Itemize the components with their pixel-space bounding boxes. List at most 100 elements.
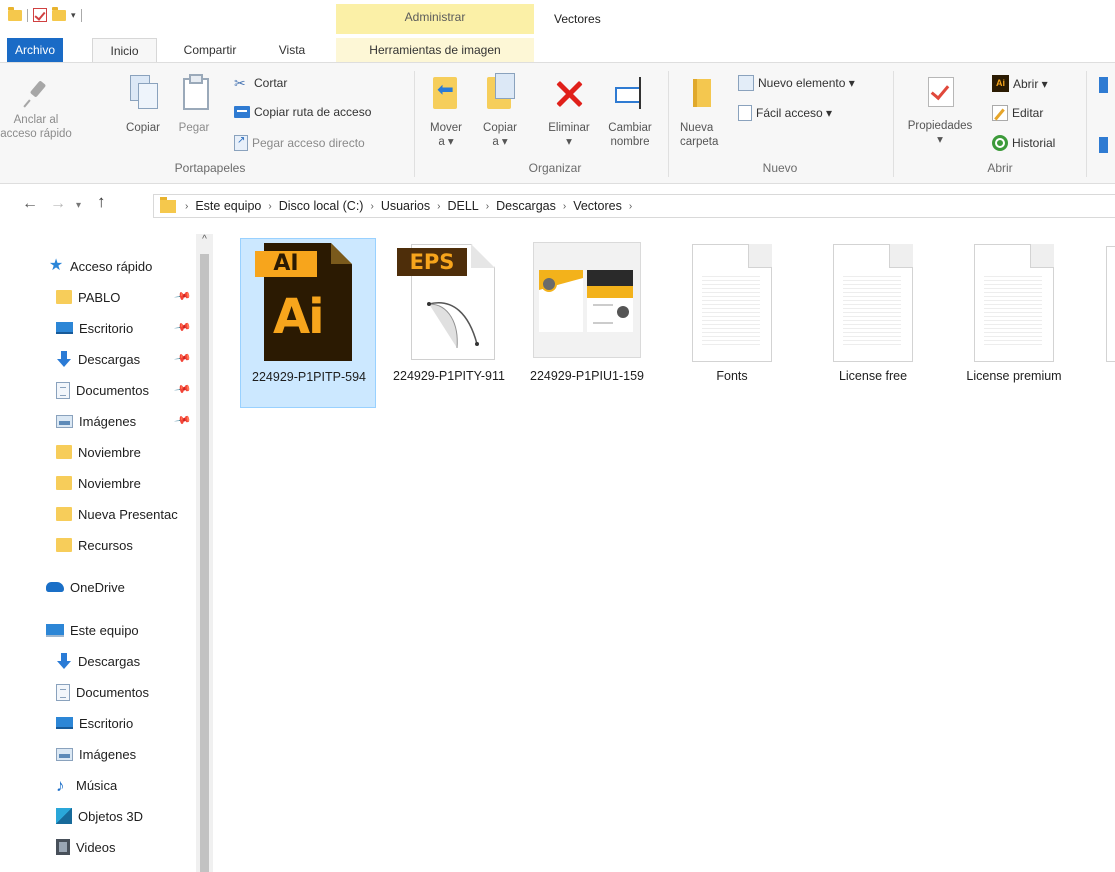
sidebar-item-onedrive[interactable]: OneDrive xyxy=(46,575,125,599)
history-button[interactable]: Historial xyxy=(992,135,1055,151)
new-folder-icon[interactable] xyxy=(52,6,66,21)
divider xyxy=(80,8,82,22)
breadcrumb-descargas[interactable]: Descargas xyxy=(496,199,556,213)
sidebar-item-recursos[interactable]: Recursos xyxy=(56,533,133,557)
sidebar-item-documentos[interactable]: Documentos xyxy=(56,378,149,402)
breadcrumb-usuarios[interactable]: Usuarios xyxy=(381,199,430,213)
delete-button[interactable]: Eliminar ▾ xyxy=(538,75,600,149)
new-item-button[interactable]: Nuevo elemento ▾ xyxy=(738,75,855,91)
properties-icon[interactable] xyxy=(33,8,47,22)
sidebar-item-pc-escritorio[interactable]: Escritorio xyxy=(56,711,133,735)
breadcrumb-separator[interactable]: › xyxy=(370,201,373,212)
customize-qat-icon[interactable]: ▾ xyxy=(71,10,76,21)
group-divider xyxy=(668,71,669,177)
file-item[interactable]: AI Ai 224929-P1PITP-594 xyxy=(240,238,376,408)
sidebar-item-pc-descargas[interactable]: Descargas xyxy=(56,649,140,673)
tab-inicio[interactable]: Inicio xyxy=(92,38,157,62)
cut-button[interactable]: ✂ Cortar xyxy=(234,75,287,91)
sidebar-item-descargas[interactable]: Descargas xyxy=(56,347,140,371)
breadcrumb-separator[interactable]: › xyxy=(268,201,271,212)
document-icon xyxy=(819,242,927,364)
back-arrow-icon[interactable]: ← xyxy=(22,195,38,213)
copy-to-button[interactable]: Copiar a ▾ xyxy=(476,73,524,149)
easy-access-button[interactable]: Fácil acceso ▾ xyxy=(738,105,832,121)
invert-selection-icon[interactable] xyxy=(1099,137,1108,153)
sidebar-item-label: Noviembre xyxy=(78,444,141,460)
sidebar-item-noviembre[interactable]: Noviembre xyxy=(56,440,141,464)
document-icon[interactable] xyxy=(1106,246,1115,362)
file-item[interactable]: License free xyxy=(805,238,941,408)
breadcrumb-separator[interactable]: › xyxy=(629,201,632,212)
breadcrumb-este-equipo[interactable]: Este equipo xyxy=(195,199,261,213)
tab-herramientas-de-imagen[interactable]: Herramientas de imagen xyxy=(336,38,534,62)
history-label: Historial xyxy=(1012,136,1056,150)
cut-label: Cortar xyxy=(254,76,288,90)
sidebar-item-pc-documentos[interactable]: Documentos xyxy=(56,680,149,704)
paste-icon xyxy=(181,73,209,110)
properties-button[interactable]: Propiedades ▾ xyxy=(898,75,982,147)
edit-button[interactable]: Editar xyxy=(992,105,1043,121)
up-arrow-icon[interactable]: ↑ xyxy=(97,192,106,212)
file-item[interactable]: 224929-P1PIU1-159 xyxy=(519,238,655,408)
copy-button[interactable]: Copiar xyxy=(120,73,166,135)
sidebar-item-este-equipo[interactable]: Este equipo xyxy=(46,618,139,642)
computer-icon xyxy=(46,623,64,637)
file-item[interactable]: License premium xyxy=(946,238,1082,408)
sidebar-item-escritorio[interactable]: Escritorio xyxy=(56,316,133,340)
tab-vista[interactable]: Vista xyxy=(272,38,312,62)
sidebar-item-nueva-presentacion[interactable]: Nueva Presentac xyxy=(56,502,194,526)
tab-archivo[interactable]: Archivo xyxy=(7,38,63,62)
breadcrumb-separator[interactable]: › xyxy=(486,201,489,212)
properties-label: Propiedades ▾ xyxy=(907,120,973,146)
sidebar-item-label: Nueva Presentac xyxy=(78,506,178,522)
pin-icon[interactable]: 📌 xyxy=(174,287,193,306)
pin-icon[interactable]: 📌 xyxy=(174,318,193,337)
open-label: Abrir ▾ xyxy=(1013,76,1048,91)
breadcrumb-separator[interactable]: › xyxy=(185,201,188,212)
folder-icon xyxy=(56,445,72,459)
breadcrumb-dell[interactable]: DELL xyxy=(447,199,478,213)
file-item[interactable]: Fonts xyxy=(664,238,800,408)
paste-button[interactable]: Pegar xyxy=(172,73,216,135)
file-name: License premium xyxy=(966,369,1062,383)
open-button[interactable]: Ai Abrir ▾ xyxy=(992,75,1048,92)
pin-to-quick-access-button[interactable]: Anclar al acceso rápido xyxy=(0,79,72,141)
sidebar-item-pc-objetos-3d[interactable]: Objetos 3D xyxy=(56,804,143,828)
paste-shortcut-label: Pegar acceso directo xyxy=(252,136,365,150)
copy-path-button[interactable]: Copiar ruta de acceso xyxy=(234,105,371,119)
rename-button[interactable]: Cambiar nombre xyxy=(600,75,660,149)
breadcrumb-vectores[interactable]: Vectores xyxy=(573,199,622,213)
sidebar-item-pc-videos[interactable]: Videos xyxy=(56,835,116,859)
select-all-icon[interactable] xyxy=(1099,77,1108,93)
paste-shortcut-button[interactable]: Pegar acceso directo xyxy=(234,135,365,151)
sidebar-item-noviembre-2[interactable]: Noviembre xyxy=(56,471,141,495)
file-name: Fonts xyxy=(716,369,748,383)
edit-label: Editar xyxy=(1012,106,1044,120)
file-item[interactable]: EPS 224929-P1PITY-911 xyxy=(381,238,517,408)
desktop-icon xyxy=(56,717,73,729)
tab-compartir[interactable]: Compartir xyxy=(170,38,250,62)
sidebar-item-imagenes[interactable]: Imágenes xyxy=(56,409,136,433)
copy-path-icon xyxy=(234,106,250,118)
folder-icon[interactable] xyxy=(8,6,22,21)
sidebar-item-acceso-rapido[interactable]: ★ Acceso rápido xyxy=(48,254,153,278)
breadcrumb-separator[interactable]: › xyxy=(563,201,566,212)
sidebar-item-pc-imagenes[interactable]: Imágenes xyxy=(56,742,136,766)
breadcrumb-separator[interactable]: › xyxy=(437,201,440,212)
address-bar[interactable]: › Este equipo › Disco local (C:) › Usuar… xyxy=(153,194,1115,218)
move-to-button[interactable]: Mover a ▾ xyxy=(422,73,470,149)
sidebar-item-pablo[interactable]: PABLO xyxy=(56,285,120,309)
new-folder-button[interactable]: Nueva carpeta xyxy=(674,73,724,149)
sidebar-item-label: Imágenes xyxy=(79,746,137,762)
scroll-up-arrow-icon[interactable]: ^ xyxy=(196,234,213,252)
recent-locations-icon[interactable]: ▾ xyxy=(76,200,81,211)
pin-icon[interactable]: 📌 xyxy=(174,411,193,430)
sidebar-item-pc-musica[interactable]: ♪ Música xyxy=(56,773,117,797)
bezier-curve-icon xyxy=(427,302,479,349)
pin-icon[interactable]: 📌 xyxy=(174,380,193,399)
pin-icon[interactable]: 📌 xyxy=(174,349,193,368)
forward-arrow-icon[interactable]: → xyxy=(50,195,66,213)
breadcrumb-disco-local[interactable]: Disco local (C:) xyxy=(279,199,364,213)
scrollbar-thumb[interactable] xyxy=(200,254,209,872)
pin-icon xyxy=(21,79,51,109)
